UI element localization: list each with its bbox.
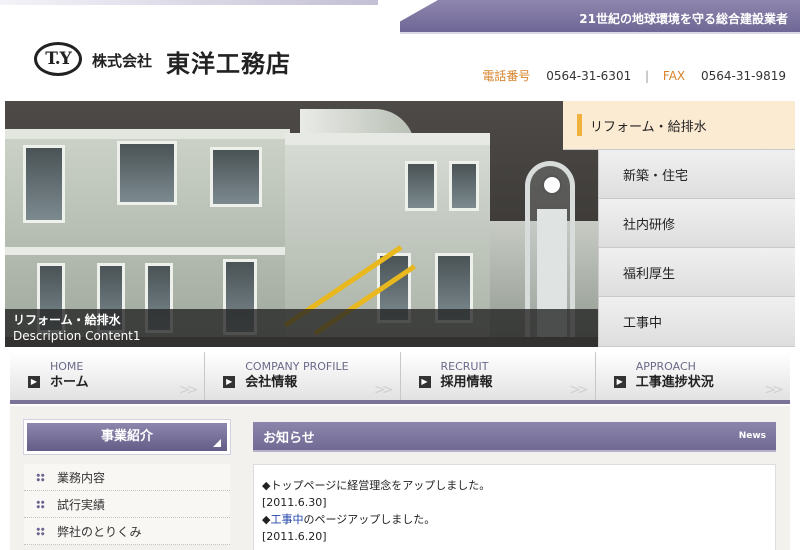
tel-label: 電話番号 [482, 69, 531, 83]
chevrons-icon: >> [764, 382, 785, 398]
contact-info: 電話番号 0564-31-6301 | FAX 0564-31-9819 [482, 67, 786, 84]
news-item: ◆工事中のページアップしました。 [262, 511, 767, 528]
news-date: [2011.6.30] [262, 496, 327, 509]
news-list: ◆トップページに経営理念をアップしました。 [2011.6.30] ◆工事中のペ… [253, 464, 776, 550]
nav-approach[interactable]: ▶ APPROACH 工事進捗状況 >> [596, 352, 790, 400]
nav-label-en: HOME [50, 360, 84, 373]
tel-number: 0564-31-6301 [546, 69, 632, 83]
hero-photo[interactable]: リフォーム・給排水 Description Content1 [5, 101, 598, 347]
sidebar-item-label: 弊社のとりくみ [57, 524, 142, 539]
active-indicator [577, 114, 582, 136]
news-date: [2011.6.20] [262, 530, 327, 543]
sidebar-item-initiatives[interactable]: 弊社のとりくみ [24, 518, 230, 545]
fax-number: 0564-31-9819 [700, 69, 786, 83]
chevrons-icon: >> [569, 382, 589, 398]
chevrons-icon: >> [178, 382, 199, 398]
global-nav: ▶ HOME ホーム >> ▶ COMPANY PROFILE 会社情報 >> … [10, 352, 790, 404]
news-link[interactable]: 工事中 [270, 513, 303, 526]
nav-recruit[interactable]: ▶ RECRUIT 採用情報 >> [401, 352, 596, 400]
hero-menu-item-reform[interactable]: リフォーム・給排水 [563, 101, 795, 150]
chevrons-icon: >> [374, 382, 394, 398]
bullet-dots-icon [36, 526, 45, 536]
sidebar-item-business[interactable]: 業務内容 [24, 464, 230, 491]
sidebar-title-text: 事業紹介 [100, 429, 153, 444]
arrow-right-icon: ▶ [223, 376, 236, 388]
hero-menu-item-newbuild[interactable]: 新築・住宅 [598, 150, 795, 199]
hero-menu-item-training[interactable]: 社内研修 [598, 199, 795, 248]
news-header: お知らせ News [253, 422, 776, 452]
hero-menu-label: リフォーム・給排水 [590, 119, 707, 135]
arrow-right-icon: ▶ [418, 376, 431, 388]
hero-menu-item-welfare[interactable]: 福利厚生 [598, 248, 795, 297]
bullet-dots-icon [36, 472, 45, 482]
hero-menu-label: 福利厚生 [623, 266, 676, 282]
sidebar-item-label: 試行実績 [57, 497, 106, 512]
contact-separator: | [645, 69, 650, 83]
tagline: 21世紀の地球環境を守る総合建設業者 [579, 12, 788, 26]
news-section: お知らせ News ◆トップページに経営理念をアップしました。 [2011.6.… [253, 422, 776, 550]
news-title-en: News [738, 431, 766, 441]
nav-label-en: APPROACH [635, 360, 696, 373]
arrow-right-icon: ▶ [613, 376, 626, 388]
page: 21世紀の地球環境を守る総合建設業者 T.Y 株式会社 東洋工務店 電話番号 0… [0, 0, 800, 550]
news-text: のページアップしました。 [303, 513, 436, 526]
header: T.Y 株式会社 東洋工務店 電話番号 0564-31-6301 | FAX 0… [0, 34, 800, 94]
nav-company-profile[interactable]: ▶ COMPANY PROFILE 会社情報 >> [205, 352, 401, 400]
tagline-bar: 21世紀の地球環境を守る総合建設業者 [0, 0, 800, 34]
hero-menu-item-construction[interactable]: 工事中 [598, 297, 795, 347]
nav-home[interactable]: ▶ HOME ホーム >> [10, 352, 206, 400]
hero-menu: リフォーム・給排水 新築・住宅 社内研修 福利厚生 工事中 [563, 101, 795, 347]
fax-label: FAX [662, 69, 686, 83]
hero-caption: リフォーム・給排水 Description Content1 [5, 309, 598, 347]
company-logo[interactable]: T.Y [34, 42, 82, 76]
hero-caption-description: Description Content1 [13, 329, 141, 343]
sidebar: 事業紹介 業務内容 試行実績 弊社のとりくみ [24, 420, 230, 545]
content-area: 事業紹介 業務内容 試行実績 弊社のとりくみ お知らせ News ◆トップページ… [10, 406, 790, 550]
news-item: ◆トップページに経営理念をアップしました。 [262, 477, 767, 494]
hero-caption-title: リフォーム・給排水 [13, 313, 121, 327]
news-text: トップページに経営理念をアップしました。 [270, 479, 491, 492]
hero-menu-label: 新築・住宅 [623, 168, 689, 184]
hero-menu-label: 社内研修 [623, 217, 676, 233]
sidebar-title: 事業紹介 [24, 420, 230, 454]
company-prefix: 株式会社 [92, 52, 153, 70]
sidebar-item-results[interactable]: 試行実績 [24, 491, 230, 518]
sidebar-item-label: 業務内容 [57, 470, 106, 485]
nav-label-en: RECRUIT [440, 360, 489, 373]
sidebar-list: 業務内容 試行実績 弊社のとりくみ [24, 464, 230, 545]
nav-label-en: COMPANY PROFILE [245, 360, 349, 373]
corner-triangle-icon [213, 439, 221, 447]
hero-menu-label: 工事中 [623, 316, 663, 331]
company-name[interactable]: 東洋工務店 [166, 44, 291, 79]
news-title: お知らせ [263, 430, 315, 446]
arrow-right-icon: ▶ [28, 376, 40, 388]
bullet-dots-icon [36, 499, 45, 509]
hero-slideshow: リフォーム・給排水 Description Content1 リフォーム・給排水… [5, 101, 795, 347]
